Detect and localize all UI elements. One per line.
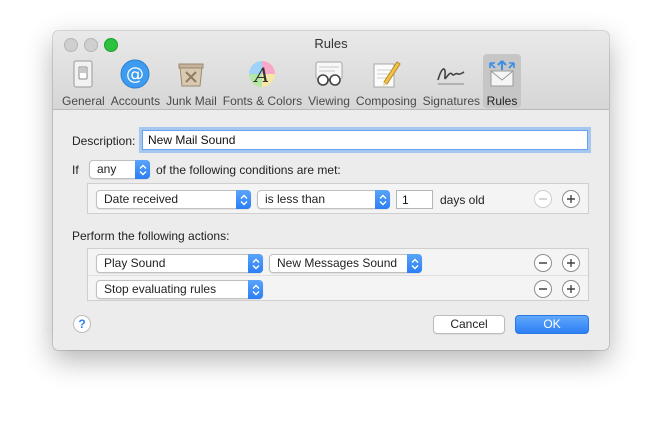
sound-popup[interactable]: New Messages Sound	[269, 254, 422, 273]
condition-operator-value: is less than	[265, 192, 326, 206]
window-title: Rules	[314, 36, 348, 51]
toolbar-item-label: Composing	[355, 94, 417, 108]
popup-arrows-icon	[236, 190, 251, 209]
toolbar-item-viewing[interactable]: Viewing	[305, 54, 353, 108]
actions-label: Perform the following actions:	[72, 229, 230, 243]
conditions-suffix-label: of the following conditions are met:	[156, 163, 341, 177]
remove-action-button[interactable]	[534, 254, 552, 272]
action-value: Stop evaluating rules	[104, 282, 217, 296]
plus-icon	[567, 285, 575, 293]
description-label: Description:	[72, 134, 136, 148]
popup-arrows-icon	[375, 190, 390, 209]
description-input[interactable]	[142, 130, 588, 150]
remove-condition-button[interactable]	[534, 190, 552, 208]
rule-editor: Description: If any of the following con…	[53, 110, 609, 350]
match-mode-popup[interactable]: any	[89, 160, 150, 179]
pencil-paper-icon	[373, 61, 401, 88]
toolbar-item-general[interactable]: General	[59, 54, 108, 108]
toolbar-item-composing[interactable]: Composing	[353, 54, 420, 108]
condition-value-input[interactable]	[396, 190, 433, 209]
glasses-icon	[315, 61, 343, 86]
action-value: Play Sound	[104, 256, 166, 270]
sound-value: New Messages Sound	[277, 256, 398, 270]
toolbar-item-label: Rules	[486, 94, 518, 108]
match-mode-value: any	[97, 162, 117, 176]
condition-unit-label: days old	[440, 193, 485, 207]
ok-button[interactable]: OK	[515, 315, 589, 334]
actions-list: Play Sound New Messages Sound Stop evalu…	[87, 248, 589, 301]
conditions-list: Date received is less than days old	[87, 183, 589, 214]
condition-field-popup[interactable]: Date received	[96, 190, 251, 209]
help-button[interactable]: ?	[73, 315, 91, 333]
toolbar-item-accounts[interactable]: @ Accounts	[108, 54, 163, 108]
condition-field-value: Date received	[104, 192, 179, 206]
toolbar-item-label: Accounts	[110, 94, 161, 108]
action-row-divider	[88, 275, 588, 276]
minus-icon	[539, 262, 547, 264]
junk-bin-icon	[178, 63, 204, 87]
at-sign-icon: @	[120, 59, 150, 89]
cancel-button[interactable]: Cancel	[433, 315, 505, 334]
font-color-icon: A	[249, 61, 276, 87]
rules-window: Rules General @ Accounts Junk Mail A Fon…	[53, 31, 609, 350]
toolbar-item-rules[interactable]: Rules	[483, 54, 521, 108]
add-action-button[interactable]	[562, 280, 580, 298]
popup-arrows-icon	[248, 280, 263, 299]
rules-envelope-icon	[489, 60, 515, 87]
add-condition-button[interactable]	[562, 190, 580, 208]
popup-arrows-icon	[407, 254, 422, 273]
minus-icon	[539, 288, 547, 290]
svg-text:@: @	[126, 64, 144, 85]
popup-arrows-icon	[248, 254, 263, 273]
action-popup-stop-evaluating[interactable]: Stop evaluating rules	[96, 280, 263, 299]
preferences-toolbar: General @ Accounts Junk Mail A Fonts & C…	[59, 54, 521, 108]
toolbar-item-signatures[interactable]: Signatures	[420, 54, 483, 108]
title-bar: Rules General @ Accounts Junk Mail A Fon…	[53, 31, 609, 110]
if-label: If	[72, 163, 79, 177]
toolbar-item-label: Junk Mail	[166, 94, 217, 108]
minus-icon	[539, 198, 547, 200]
toolbar-item-label: Viewing	[308, 94, 350, 108]
toolbar-item-label: General	[62, 94, 105, 108]
toolbar-item-label: Fonts & Colors	[222, 94, 303, 108]
signature-icon	[437, 68, 465, 85]
toolbar-item-junk-mail[interactable]: Junk Mail	[163, 54, 220, 108]
svg-text:A: A	[253, 63, 269, 87]
plus-icon	[567, 259, 575, 267]
plus-icon	[567, 195, 575, 203]
condition-operator-popup[interactable]: is less than	[257, 190, 390, 209]
remove-action-button[interactable]	[534, 280, 552, 298]
popup-arrows-icon	[135, 160, 150, 179]
add-action-button[interactable]	[562, 254, 580, 272]
toolbar-item-label: Signatures	[422, 94, 480, 108]
toolbar-item-fonts-colors[interactable]: A Fonts & Colors	[220, 54, 305, 108]
action-popup-play-sound[interactable]: Play Sound	[96, 254, 263, 273]
general-switch-icon	[73, 60, 93, 88]
